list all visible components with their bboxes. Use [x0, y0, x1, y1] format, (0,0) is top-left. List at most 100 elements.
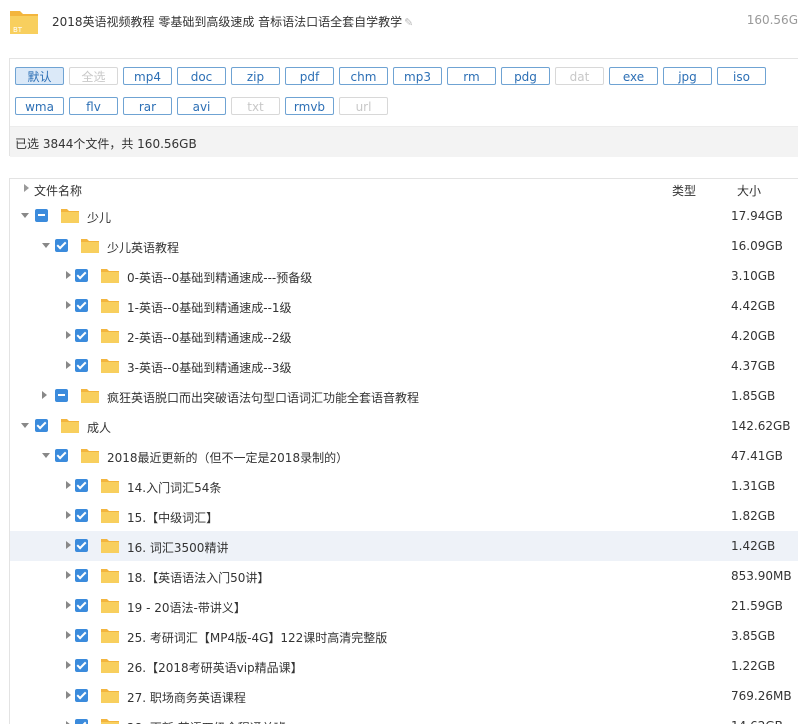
folder-icon: [101, 267, 119, 283]
tree-row[interactable]: 0-英语--0基础到精通速成---预备级 3.10GB: [10, 261, 798, 291]
filter-button-rmvb[interactable]: rmvb: [285, 97, 334, 115]
row-checkbox[interactable]: [75, 629, 88, 642]
row-checkbox[interactable]: [35, 209, 48, 222]
folder-icon: [101, 627, 119, 643]
row-checkbox[interactable]: [75, 569, 88, 582]
row-checkbox[interactable]: [75, 269, 88, 282]
row-name: 14.入门词汇54条: [127, 481, 222, 495]
row-name: 26.【2018考研英语vip精品课】: [127, 661, 303, 675]
expand-arrow-icon[interactable]: [66, 631, 71, 639]
row-size: 1.42GB: [731, 539, 776, 553]
row-size: 21.59GB: [731, 599, 783, 613]
filter-button-pdf[interactable]: pdf: [285, 67, 334, 85]
expand-arrow-icon[interactable]: [66, 511, 71, 519]
filter-button-zip[interactable]: zip: [231, 67, 280, 85]
tree-row[interactable]: 19 - 20语法-带讲义】 21.59GB: [10, 591, 798, 621]
bt-file-icon: BT: [10, 11, 38, 34]
collapse-arrow-icon[interactable]: [42, 243, 50, 248]
collapse-arrow-icon[interactable]: [21, 213, 29, 218]
filter-button-avi[interactable]: avi: [177, 97, 226, 115]
row-checkbox[interactable]: [55, 389, 68, 402]
folder-icon: [81, 387, 99, 403]
tree-row[interactable]: 少儿英语教程 16.09GB: [10, 231, 798, 261]
row-checkbox[interactable]: [55, 239, 68, 252]
filter-button-rar[interactable]: rar: [123, 97, 172, 115]
row-checkbox[interactable]: [75, 719, 88, 724]
row-name: 疯狂英语脱口而出突破语法句型口语词汇功能全套语音教程: [107, 391, 420, 405]
row-size: 16.09GB: [731, 239, 783, 253]
collapse-arrow-icon[interactable]: [42, 453, 50, 458]
row-name: 28. 更新 英语四级全程通关班: [127, 719, 286, 724]
selection-summary-bar: 已选 3844个文件，共 160.56GB: [10, 126, 798, 157]
expand-arrow-icon[interactable]: [42, 391, 47, 399]
filter-button-mp4[interactable]: mp4: [123, 67, 172, 85]
row-name: 3-英语--0基础到精通速成--3级: [127, 361, 292, 375]
tree-row[interactable]: 疯狂英语脱口而出突破语法句型口语词汇功能全套语音教程 1.85GB: [10, 381, 798, 411]
row-size: 3.10GB: [731, 269, 776, 283]
row-checkbox[interactable]: [75, 329, 88, 342]
column-header-size[interactable]: 大小: [737, 182, 761, 199]
filter-button-mp3[interactable]: mp3: [393, 67, 442, 85]
expand-arrow-icon[interactable]: [66, 601, 71, 609]
row-checkbox[interactable]: [75, 299, 88, 312]
tree-row[interactable]: 2-英语--0基础到精通速成--2级 4.20GB: [10, 321, 798, 351]
row-checkbox[interactable]: [75, 359, 88, 372]
folder-icon: [101, 567, 119, 583]
column-header-name[interactable]: 文件名称: [34, 182, 82, 199]
folder-icon: [81, 237, 99, 253]
tree-row[interactable]: 26.【2018考研英语vip精品课】 1.22GB: [10, 651, 798, 681]
row-checkbox[interactable]: [75, 509, 88, 522]
tree-row[interactable]: 成人 142.62GB: [10, 411, 798, 441]
expand-arrow-icon[interactable]: [66, 301, 71, 309]
folder-icon: [101, 717, 119, 724]
column-header-type[interactable]: 类型: [672, 182, 696, 199]
tree-row[interactable]: 25. 考研词汇【MP4版-4G】122课时高清完整版 3.85GB: [10, 621, 798, 651]
tree-row[interactable]: 2018最近更新的（但不一定是2018录制的） 47.41GB: [10, 441, 798, 471]
collapse-arrow-icon[interactable]: [21, 423, 29, 428]
expand-arrow-icon[interactable]: [66, 571, 71, 579]
row-name: 18.【英语语法入门50讲】: [127, 571, 270, 585]
tree-row[interactable]: 27. 职场商务英语课程 769.26MB: [10, 681, 798, 711]
row-checkbox[interactable]: [75, 479, 88, 492]
row-name: 16. 词汇3500精讲: [127, 541, 229, 555]
filter-button-默认[interactable]: 默认: [15, 67, 64, 85]
collapse-all-icon[interactable]: [24, 184, 29, 192]
folder-icon: [81, 447, 99, 463]
row-checkbox[interactable]: [55, 449, 68, 462]
row-size: 47.41GB: [731, 449, 783, 463]
tree-row[interactable]: 28. 更新 英语四级全程通关班 14.62GB: [10, 711, 798, 724]
tree-row[interactable]: 14.入门词汇54条 1.31GB: [10, 471, 798, 501]
expand-arrow-icon[interactable]: [66, 661, 71, 669]
row-checkbox[interactable]: [75, 539, 88, 552]
expand-arrow-icon[interactable]: [66, 271, 71, 279]
filter-button-jpg[interactable]: jpg: [663, 67, 712, 85]
filter-button-doc[interactable]: doc: [177, 67, 226, 85]
row-checkbox[interactable]: [75, 599, 88, 612]
filter-button-rm[interactable]: rm: [447, 67, 496, 85]
filter-button-chm[interactable]: chm: [339, 67, 388, 85]
tree-row[interactable]: 少儿 17.94GB: [10, 201, 798, 231]
expand-arrow-icon[interactable]: [66, 541, 71, 549]
row-name: 25. 考研词汇【MP4版-4G】122课时高清完整版: [127, 631, 388, 645]
filter-button-pdg[interactable]: pdg: [501, 67, 550, 85]
expand-arrow-icon[interactable]: [66, 481, 71, 489]
tree-row[interactable]: 18.【英语语法入门50讲】 853.90MB: [10, 561, 798, 591]
row-size: 4.42GB: [731, 299, 776, 313]
pencil-icon[interactable]: ✎: [404, 16, 413, 29]
tree-row[interactable]: 1-英语--0基础到精通速成--1级 4.42GB: [10, 291, 798, 321]
row-size: 4.37GB: [731, 359, 776, 373]
selection-summary: 已选 3844个文件，共 160.56GB: [15, 137, 197, 151]
expand-arrow-icon[interactable]: [66, 331, 71, 339]
filter-button-flv[interactable]: flv: [69, 97, 118, 115]
tree-row[interactable]: 15.【中级词汇】 1.82GB: [10, 501, 798, 531]
filter-button-exe[interactable]: exe: [609, 67, 658, 85]
row-checkbox[interactable]: [35, 419, 48, 432]
expand-arrow-icon[interactable]: [66, 691, 71, 699]
expand-arrow-icon[interactable]: [66, 361, 71, 369]
row-checkbox[interactable]: [75, 659, 88, 672]
row-checkbox[interactable]: [75, 689, 88, 702]
filter-button-wma[interactable]: wma: [15, 97, 64, 115]
filter-button-iso[interactable]: iso: [717, 67, 766, 85]
tree-row[interactable]: 16. 词汇3500精讲 1.42GB: [10, 531, 798, 561]
tree-row[interactable]: 3-英语--0基础到精通速成--3级 4.37GB: [10, 351, 798, 381]
